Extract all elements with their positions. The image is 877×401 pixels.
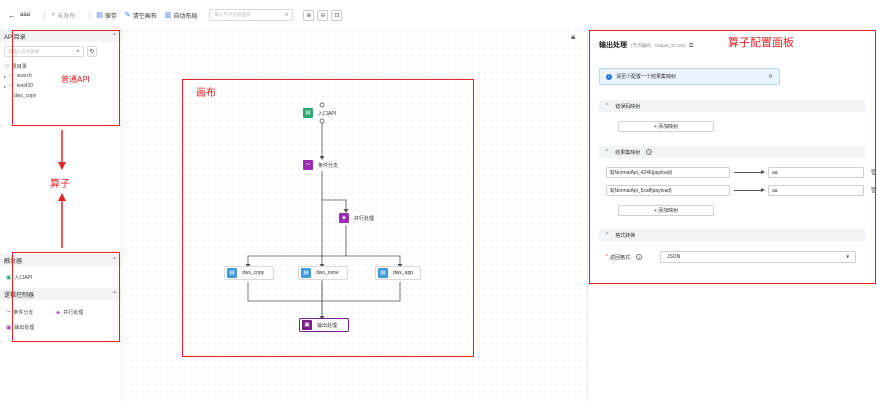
branch-icon: ⤳ (303, 160, 313, 170)
api-icon: ▤ (301, 268, 311, 278)
edge (247, 225, 401, 266)
node-condition[interactable]: ⤳ 条件分支 (301, 158, 343, 172)
node-output[interactable]: ▣ 输出处理 (299, 318, 349, 332)
node-label: dws_app (393, 270, 414, 276)
node-dws-copy[interactable]: ▤ dws_copy (224, 266, 274, 280)
parallel-icon: ◈ (339, 213, 349, 223)
node-label: 并行处理 (354, 215, 375, 222)
node-dws-none[interactable]: ▤ dws_none (298, 266, 348, 280)
node-dws-app[interactable]: ▤ dws_app (375, 266, 421, 280)
node-parallel[interactable]: ◈ 并行处理 (337, 211, 379, 225)
node-label: 入口API (318, 110, 337, 117)
node-entry-api[interactable]: ▤ 入口API (301, 106, 341, 120)
api-icon: ▤ (227, 268, 237, 278)
config-panel-highlight (589, 30, 876, 284)
config-panel-annotation: 算子配置面板 (728, 36, 794, 49)
node-label: 输出处理 (317, 322, 338, 329)
node-label: dws_none (316, 270, 339, 276)
edge (247, 282, 401, 302)
edge (322, 199, 347, 211)
node-label: dws_copy (242, 270, 265, 276)
api-icon: ▤ (378, 268, 388, 278)
node-label: 条件分支 (318, 162, 339, 169)
output-icon: ▣ (302, 320, 312, 330)
entry-api-icon: ▤ (303, 108, 313, 118)
